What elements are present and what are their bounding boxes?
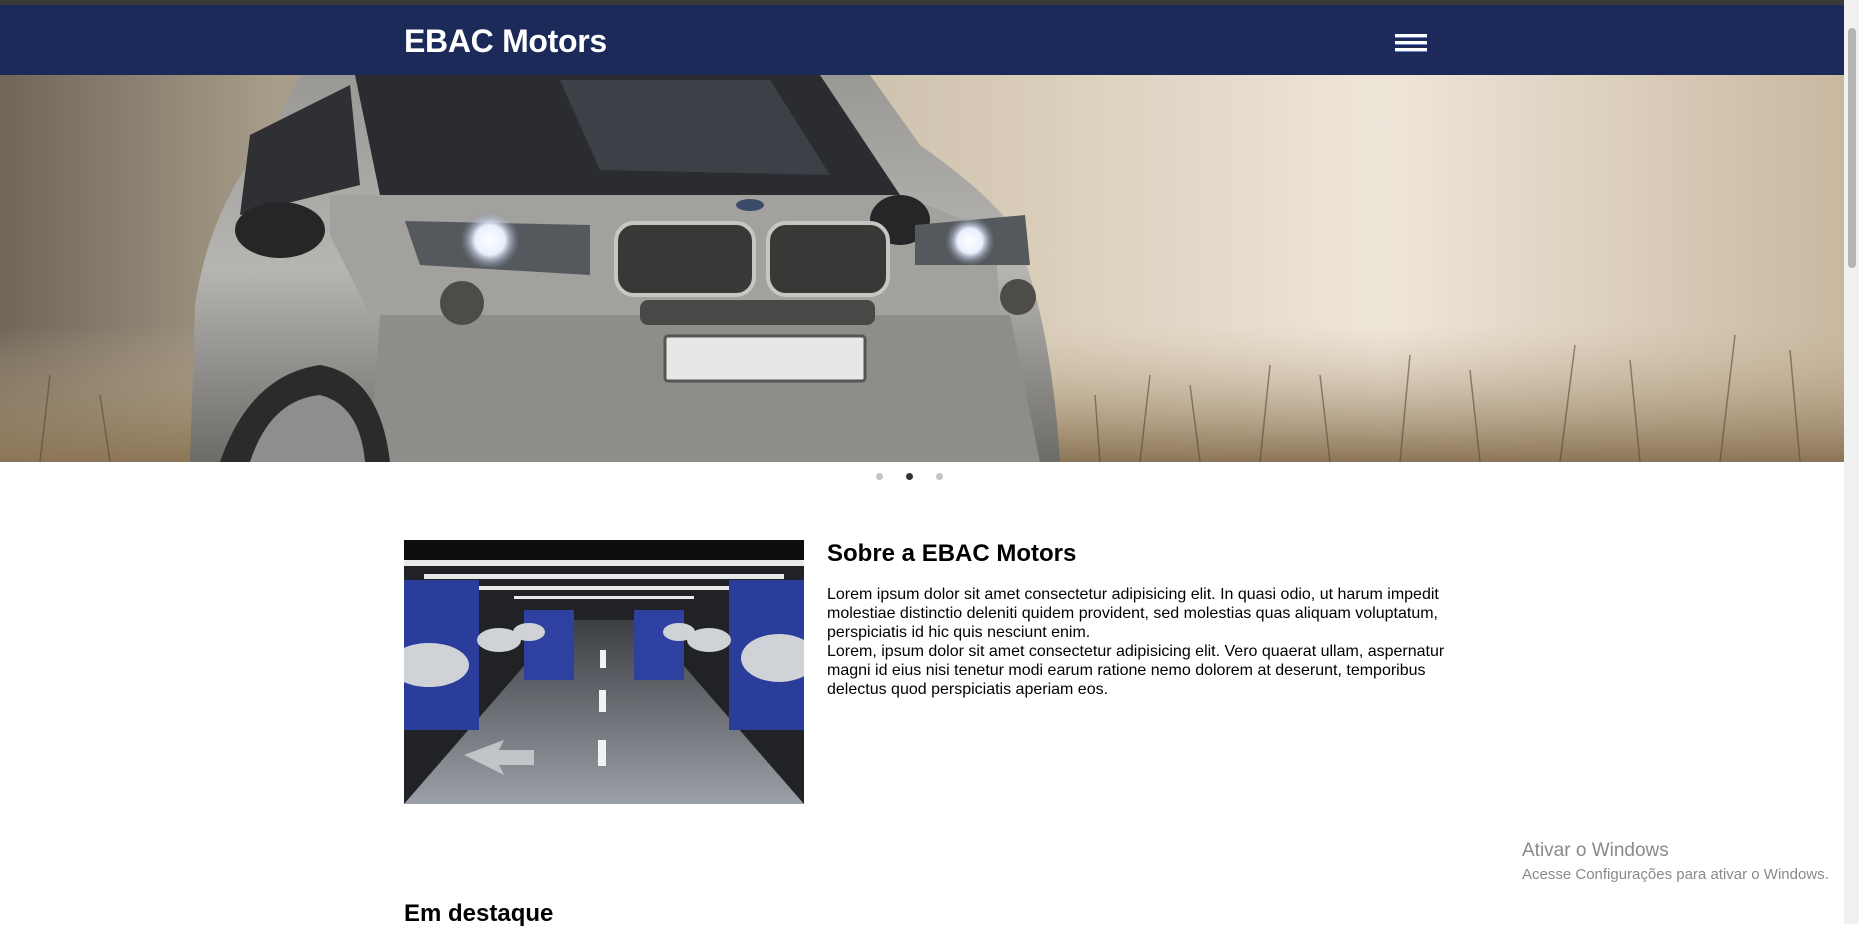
suv-car-image [0, 75, 1844, 462]
about-paragraph-2: Lorem, ipsum dolor sit amet consectetur … [827, 643, 1445, 698]
site-header: EBAC Motors [0, 5, 1844, 75]
watermark-line-2: Acesse Configurações para ativar o Windo… [1522, 866, 1829, 883]
hero-carousel-slide [0, 75, 1844, 462]
parking-garage-image [404, 540, 804, 804]
page-scrollbar[interactable] [1844, 0, 1859, 924]
about-paragraph-1: Lorem ipsum dolor sit amet consectetur a… [827, 586, 1439, 641]
brand-logo-text[interactable]: EBAC Motors [404, 23, 607, 60]
hamburger-menu-icon[interactable] [1395, 34, 1429, 54]
scrollbar-thumb[interactable] [1848, 28, 1856, 268]
carousel-indicators [0, 470, 1844, 484]
carousel-dot-3[interactable] [936, 473, 943, 480]
about-description: Lorem ipsum dolor sit amet consectetur a… [827, 585, 1447, 699]
carousel-dot-1[interactable] [876, 473, 883, 480]
watermark-line-1: Ativar o Windows [1522, 840, 1669, 861]
about-title: Sobre a EBAC Motors [827, 540, 1077, 567]
windows-activation-watermark: Ativar o Windows Acesse Configurações pa… [1522, 840, 1829, 883]
carousel-dot-2[interactable] [906, 473, 913, 480]
